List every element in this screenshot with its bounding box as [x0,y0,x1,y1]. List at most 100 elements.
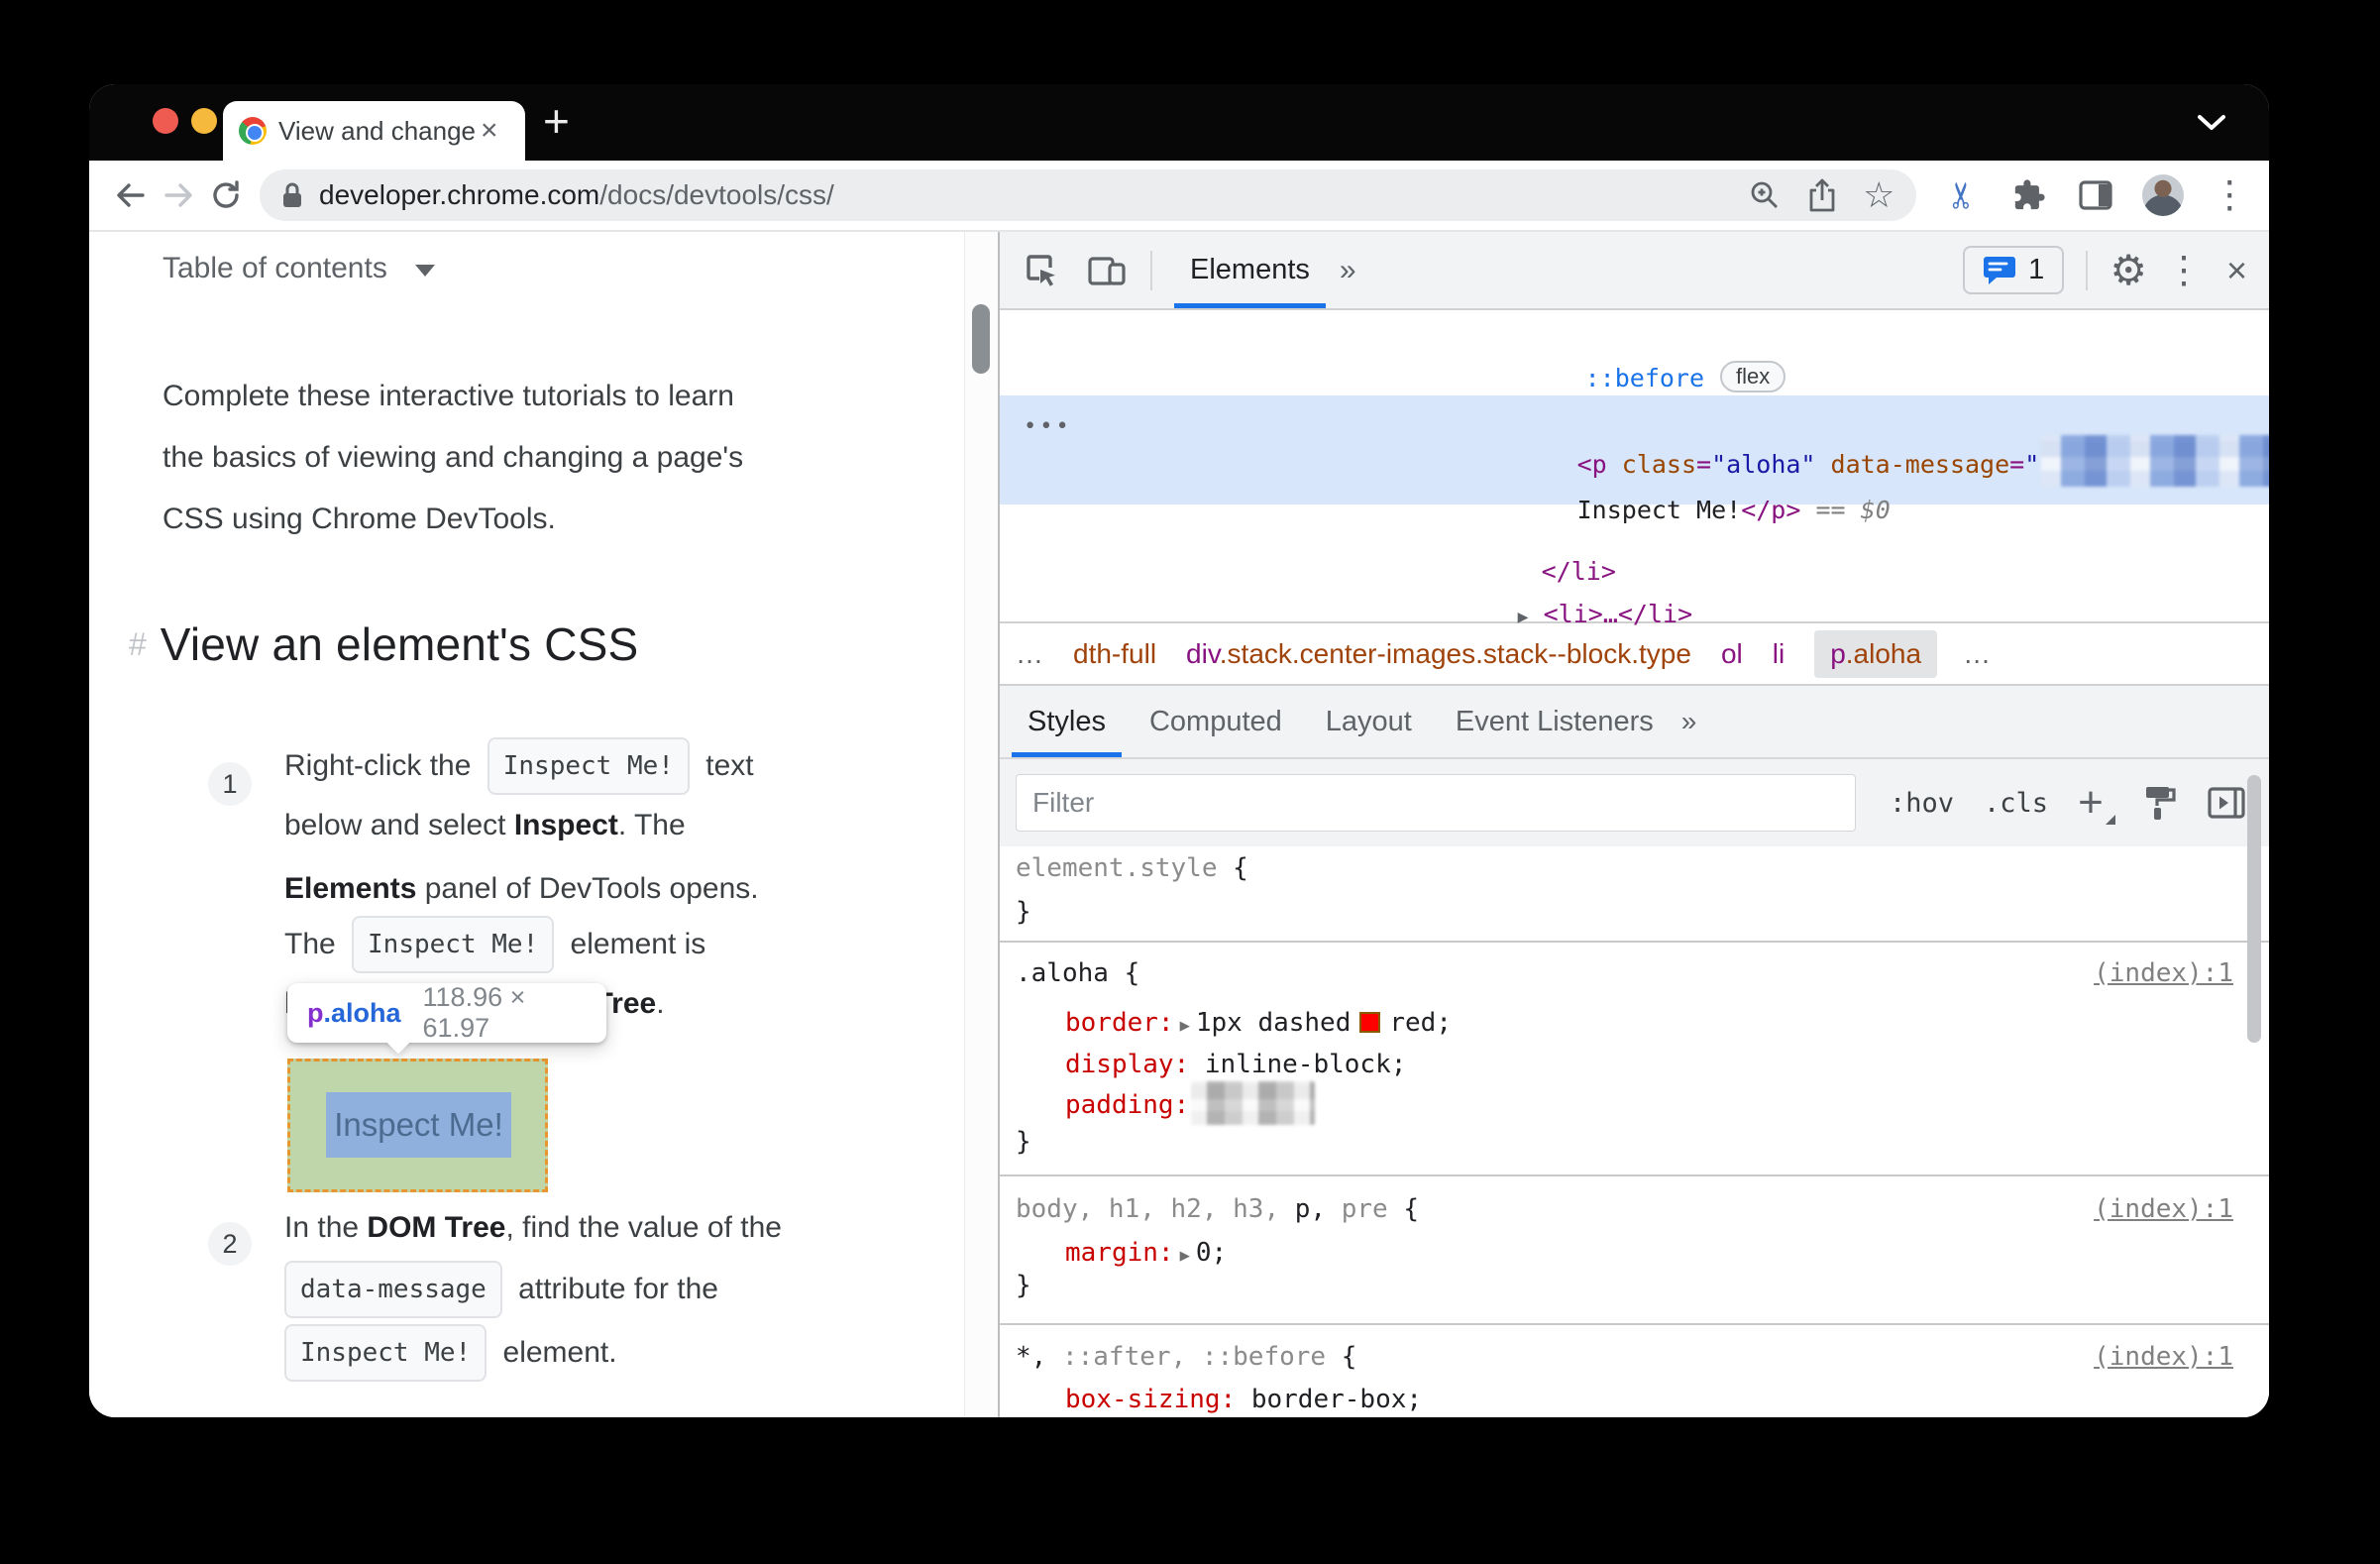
main-area: Table of contents Complete these interac… [89,232,2269,1417]
new-style-rule-button[interactable]: + [2078,781,2115,825]
inline-code: Inspect Me! [284,1324,487,1382]
inspect-tooltip: p .aloha 118.96 × 61.97 [287,982,606,1043]
stylesheet-link[interactable]: (index):1 [2094,1187,2233,1231]
profile-avatar[interactable] [2141,173,2185,217]
dom-row-selected-text[interactable]: Inspect Me!</p> == $0 [1398,445,1891,524]
expand-arrow-icon[interactable]: ▶ [1180,1246,1190,1266]
step-1-line-2: below and select Inspect. The [284,809,686,841]
inline-code: data-message [284,1261,502,1318]
css-property-margin[interactable]: margin: ▶ 0; [1065,1231,1227,1275]
devtools-close-icon[interactable]: × [2226,250,2247,291]
flex-badge[interactable]: flex [1720,361,1786,392]
rule-separator [1000,1323,2269,1325]
styles-scrollbar-thumb[interactable] [2247,775,2261,1043]
browser-window: View and change CSS - Chrome × + [89,84,2269,1417]
toggle-hover-state-button[interactable]: :hov [1890,788,1954,819]
tab-close-icon[interactable]: × [481,116,498,146]
dom-row-before-pseudo[interactable]: ::before flex [1406,313,1786,392]
devtools-menu-dots-icon[interactable]: ⋮ [2165,248,2203,292]
table-of-contents-dropdown[interactable]: Table of contents [162,252,435,285]
reload-icon[interactable] [202,171,250,219]
settings-gear-icon[interactable]: ⚙ [2110,249,2147,291]
step-2-line-2: data-message attribute for the [284,1261,718,1318]
rule-body-selector[interactable]: body, h1, h2, h3, p, pre { [1016,1187,1419,1231]
minimize-window-button[interactable] [191,108,217,134]
chevron-down-icon[interactable] [2194,112,2229,134]
tooltip-tag: p [307,997,324,1028]
page-scrollbar-thumb[interactable] [972,304,990,374]
css-property-padding[interactable]: padding: [1065,1080,1317,1127]
rule-universal-selector[interactable]: *, ::after, ::before { [1016,1335,1356,1379]
back-icon[interactable] [107,171,155,219]
breadcrumb-item[interactable]: dth-full [1073,638,1156,670]
styles-filter-input[interactable] [1016,774,1856,832]
rule-separator [1000,1174,2269,1176]
tab-elements[interactable]: Elements [1162,232,1338,308]
styles-filter-bar: :hov .cls + [1000,757,2269,846]
breadcrumb-item-selected[interactable]: p.aloha [1814,629,1938,678]
breadcrumb-item[interactable]: ol [1721,638,1743,670]
tooltip-dimensions: 118.96 × 61.97 [422,982,526,1043]
forward-icon[interactable] [155,171,202,219]
tab-title: View and change CSS - Chrome [278,115,477,146]
sidebar-tabs: Styles Computed Layout Event Listeners » [1000,684,2269,757]
more-panels-chevron-icon[interactable]: » [1340,254,1356,287]
page-scrollbar[interactable] [964,232,998,1417]
tab-event-listeners[interactable]: Event Listeners [1434,686,1676,757]
toggle-classes-button[interactable]: .cls [1984,788,2048,819]
color-swatch-red[interactable] [1359,1012,1381,1033]
side-panel-icon[interactable] [2074,173,2117,217]
extensions-puzzle-icon[interactable] [2007,173,2051,217]
bookmark-star-icon[interactable]: ☆ [1863,177,1894,213]
browser-menu-dots-icon[interactable]: ⋮ [2208,173,2251,217]
scissors-extension-icon[interactable]: ✂ [1940,173,1984,217]
rule-close-brace: } [1016,1127,1031,1157]
expand-arrow-icon[interactable]: ▶ [1180,1016,1190,1036]
more-tabs-chevron-icon[interactable]: » [1681,706,1697,737]
dom-row-li-collapsed[interactable]: ▶ <li>…</li> [1339,549,1693,628]
browser-tab[interactable]: View and change CSS - Chrome × [223,101,525,161]
rule-element-style[interactable]: element.style { [1016,846,1248,890]
issues-button[interactable]: 1 [1963,246,2065,294]
rule-aloha-selector[interactable]: .aloha { [1016,951,1139,995]
breadcrumb-overflow-right[interactable]: … [1963,638,1991,670]
rule-close-brace: } [1016,1271,1031,1300]
step-1-line-4: The Inspect Me! element is [284,916,705,973]
inspect-me-element[interactable]: Inspect Me! [326,1092,511,1158]
address-bar[interactable]: developer.chrome.com/docs/devtools/css/ … [260,169,1917,221]
css-property-border[interactable]: border: ▶ 1px dashed red; [1065,1001,1452,1045]
new-tab-button[interactable]: + [543,98,570,144]
section-heading: # View an element's CSS [129,617,638,671]
close-window-button[interactable] [153,108,178,134]
device-toolbar-icon[interactable] [1087,253,1127,288]
inspect-me-highlight-box[interactable]: Inspect Me! [287,1059,548,1192]
tooltip-class: .aloha [323,997,401,1028]
stylesheet-link[interactable]: (index):1 [2094,1335,2233,1379]
toolbar-divider [2086,250,2089,290]
toolbar-divider [1150,250,1152,290]
screenshot-canvas: View and change CSS - Chrome × + [0,0,2380,1564]
css-property-display[interactable]: display: inline-block; [1065,1043,1406,1086]
breadcrumb-item[interactable]: li [1773,638,1785,670]
dom-row-selected-open[interactable]: <p class="aloha" data-message=""> [1398,399,2269,487]
share-icon[interactable] [1807,178,1837,212]
breadcrumb-overflow-left[interactable]: … [1016,638,1043,670]
step-2-line-3: Inspect Me! element. [284,1324,617,1382]
issues-bubble-icon [1983,255,2016,286]
css-property-box-sizing[interactable]: box-sizing: border-box; [1065,1378,1422,1417]
page-content: Table of contents Complete these interac… [89,232,964,1417]
inspect-element-icon[interactable] [1022,251,1061,290]
dom-row-li-close[interactable]: </li> [1362,506,1616,586]
dom-row-gutter-dots[interactable]: ••• [1024,405,1072,449]
tab-computed[interactable]: Computed [1128,686,1304,757]
tab-layout[interactable]: Layout [1304,686,1434,757]
toggle-sidebar-panel-icon[interactable] [2207,786,2246,820]
devtools-toolbar: Elements » 1 ⚙ ⋮ × [1000,232,2269,310]
zoom-page-icon[interactable] [1748,178,1782,212]
stylesheet-link[interactable]: (index):1 [2094,951,2233,995]
paint-roller-icon[interactable] [2141,784,2177,822]
dom-row-p-collapsed[interactable]: ▶<p>…</p> [1380,355,1704,434]
tab-styles[interactable]: Styles [1006,686,1128,757]
twisty-icon[interactable]: ▶ [1518,596,1544,639]
heading-anchor-link[interactable]: # [129,626,147,663]
